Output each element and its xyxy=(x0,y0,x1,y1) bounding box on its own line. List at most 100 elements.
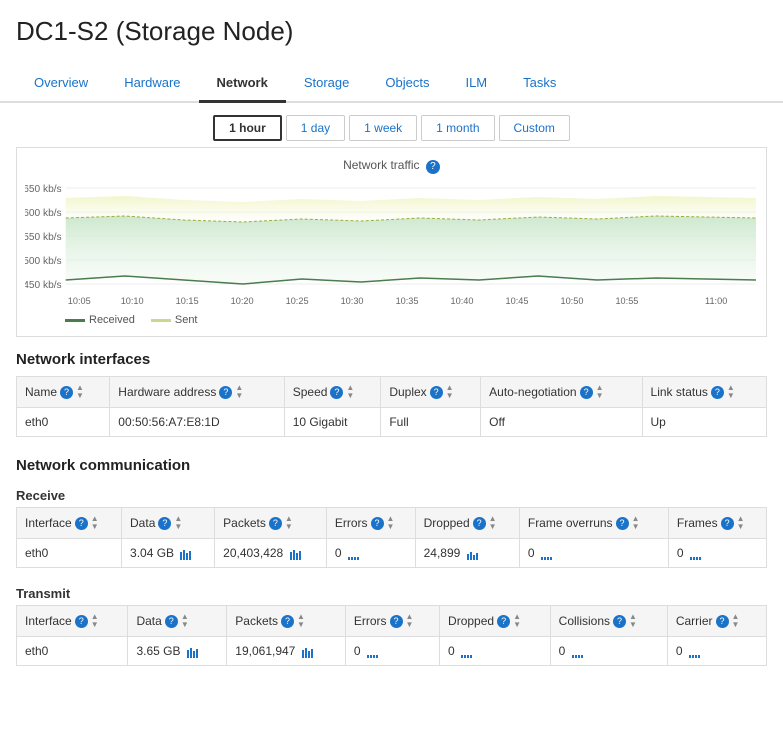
time-custom[interactable]: Custom xyxy=(499,115,570,141)
network-interfaces-title: Network interfaces xyxy=(16,351,767,368)
time-1month[interactable]: 1 month xyxy=(421,115,494,141)
recv-drop-sort[interactable]: ▲▼ xyxy=(489,515,497,531)
recv-frame-sort[interactable]: ▲▼ xyxy=(632,515,640,531)
xmit-coll-chart-icon xyxy=(571,646,585,658)
duplex-sort[interactable]: ▲▼ xyxy=(446,384,454,400)
recv-data-sort[interactable]: ▲▼ xyxy=(174,515,182,531)
xmit-carrier-chart-icon xyxy=(688,646,702,658)
xmit-drop-chart-icon xyxy=(460,646,474,658)
recv-data: 3.04 GB xyxy=(122,539,215,568)
recv-pkt-info: ? xyxy=(269,517,282,530)
svg-text:10:50: 10:50 xyxy=(560,296,583,306)
th-recv-frame-overruns: Frame overruns?▲▼ xyxy=(519,508,668,539)
xmit-pkts-chart-icon xyxy=(301,646,315,658)
svg-text:550 kb/s: 550 kb/s xyxy=(25,232,62,243)
link-info-icon: ? xyxy=(711,386,724,399)
th-recv-interface: Interface?▲▼ xyxy=(17,508,122,539)
network-interfaces-table: Name ? ▲▼ Hardware address ? ▲▼ Speed xyxy=(16,376,767,437)
tab-network[interactable]: Network xyxy=(199,65,286,103)
xmit-packets: 19,061,947 xyxy=(227,637,346,666)
tab-overview[interactable]: Overview xyxy=(16,65,106,103)
received-color xyxy=(65,319,85,322)
th-recv-packets: Packets?▲▼ xyxy=(215,508,327,539)
link-sort[interactable]: ▲▼ xyxy=(727,384,735,400)
xmit-err-sort[interactable]: ▲▼ xyxy=(406,613,414,629)
recv-iface-info: ? xyxy=(75,517,88,530)
recv-frame-overruns: 0 xyxy=(519,539,668,568)
th-xmit-carrier: Carrier?▲▼ xyxy=(667,606,766,637)
recv-data-chart-icon xyxy=(179,548,193,560)
recv-drop-chart-icon xyxy=(466,548,480,560)
th-name: Name ? ▲▼ xyxy=(17,377,110,408)
svg-text:10:40: 10:40 xyxy=(451,296,474,306)
xmit-pkt-sort[interactable]: ▲▼ xyxy=(297,613,305,629)
svg-text:10:45: 10:45 xyxy=(506,296,529,306)
speed-sort[interactable]: ▲▼ xyxy=(346,384,354,400)
hw-sort[interactable]: ▲▼ xyxy=(235,384,243,400)
xmit-carrier-sort[interactable]: ▲▼ xyxy=(732,613,740,629)
chart-title: Network traffic ? xyxy=(25,158,758,174)
ni-auto-neg: Off xyxy=(481,408,642,437)
network-interfaces-section: Network interfaces Name ? ▲▼ Hardware ad… xyxy=(0,337,783,443)
svg-text:10:55: 10:55 xyxy=(615,296,638,306)
xmit-errors: 0 xyxy=(345,637,439,666)
xmit-coll-info: ? xyxy=(613,615,626,628)
th-recv-frames: Frames?▲▼ xyxy=(668,508,766,539)
time-1day[interactable]: 1 day xyxy=(286,115,345,141)
recv-err-sort[interactable]: ▲▼ xyxy=(387,515,395,531)
recv-frames-info: ? xyxy=(721,517,734,530)
recv-frames-sort[interactable]: ▲▼ xyxy=(737,515,745,531)
xmit-iface-sort[interactable]: ▲▼ xyxy=(91,613,99,629)
tab-storage[interactable]: Storage xyxy=(286,65,368,103)
xmit-interface: eth0 xyxy=(17,637,128,666)
svg-text:650 kb/s: 650 kb/s xyxy=(25,184,62,195)
th-duplex: Duplex ? ▲▼ xyxy=(381,377,481,408)
transmit-title: Transmit xyxy=(0,576,783,605)
tab-objects[interactable]: Objects xyxy=(367,65,447,103)
chart-info-icon: ? xyxy=(426,160,440,174)
xmit-coll-sort[interactable]: ▲▼ xyxy=(629,613,637,629)
svg-text:600 kb/s: 600 kb/s xyxy=(25,208,62,219)
autoneg-sort[interactable]: ▲▼ xyxy=(596,384,604,400)
ni-link-status: Up xyxy=(642,408,766,437)
th-auto-neg: Auto-negotiation ? ▲▼ xyxy=(481,377,642,408)
ni-hardware-address: 00:50:56:A7:E8:1D xyxy=(110,408,284,437)
recv-errors: 0 xyxy=(326,539,415,568)
time-1week[interactable]: 1 week xyxy=(349,115,417,141)
network-interfaces-header-row: Name ? ▲▼ Hardware address ? ▲▼ Speed xyxy=(17,377,767,408)
tab-hardware[interactable]: Hardware xyxy=(106,65,198,103)
th-xmit-interface: Interface?▲▼ xyxy=(17,606,128,637)
xmit-drop-sort[interactable]: ▲▼ xyxy=(513,613,521,629)
transmit-table: Interface?▲▼ Data?▲▼ Packets?▲▼ Errors?▲… xyxy=(16,605,767,666)
xmit-drop-info: ? xyxy=(497,615,510,628)
hw-info-icon: ? xyxy=(219,386,232,399)
legend-sent: Sent xyxy=(151,314,198,326)
xmit-carrier: 0 xyxy=(667,637,766,666)
page-header: DC1-S2 (Storage Node) xyxy=(0,0,783,65)
xmit-data-sort[interactable]: ▲▼ xyxy=(181,613,189,629)
recv-pkts-chart-icon xyxy=(289,548,303,560)
transmit-table-wrapper: Interface?▲▼ Data?▲▼ Packets?▲▼ Errors?▲… xyxy=(0,605,783,674)
recv-pkt-sort[interactable]: ▲▼ xyxy=(285,515,293,531)
th-xmit-packets: Packets?▲▼ xyxy=(227,606,346,637)
tab-ilm[interactable]: ILM xyxy=(447,65,505,103)
ni-name: eth0 xyxy=(17,408,110,437)
name-sort[interactable]: ▲▼ xyxy=(76,384,84,400)
time-1hour[interactable]: 1 hour xyxy=(213,115,282,141)
chart-legend: Received Sent xyxy=(25,310,758,328)
network-communication-title: Network communication xyxy=(0,443,783,478)
tab-tasks[interactable]: Tasks xyxy=(505,65,574,103)
th-xmit-dropped: Dropped?▲▼ xyxy=(440,606,551,637)
svg-text:10:15: 10:15 xyxy=(176,296,199,306)
svg-text:450 kb/s: 450 kb/s xyxy=(25,280,62,291)
duplex-info-icon: ? xyxy=(430,386,443,399)
svg-text:10:30: 10:30 xyxy=(341,296,364,306)
recv-err-chart-icon xyxy=(347,548,361,560)
recv-drop-info: ? xyxy=(473,517,486,530)
speed-info-icon: ? xyxy=(330,386,343,399)
xmit-data-info: ? xyxy=(165,615,178,628)
svg-text:500 kb/s: 500 kb/s xyxy=(25,256,62,267)
th-link-status: Link status ? ▲▼ xyxy=(642,377,766,408)
recv-iface-sort[interactable]: ▲▼ xyxy=(91,515,99,531)
svg-text:10:25: 10:25 xyxy=(286,296,309,306)
